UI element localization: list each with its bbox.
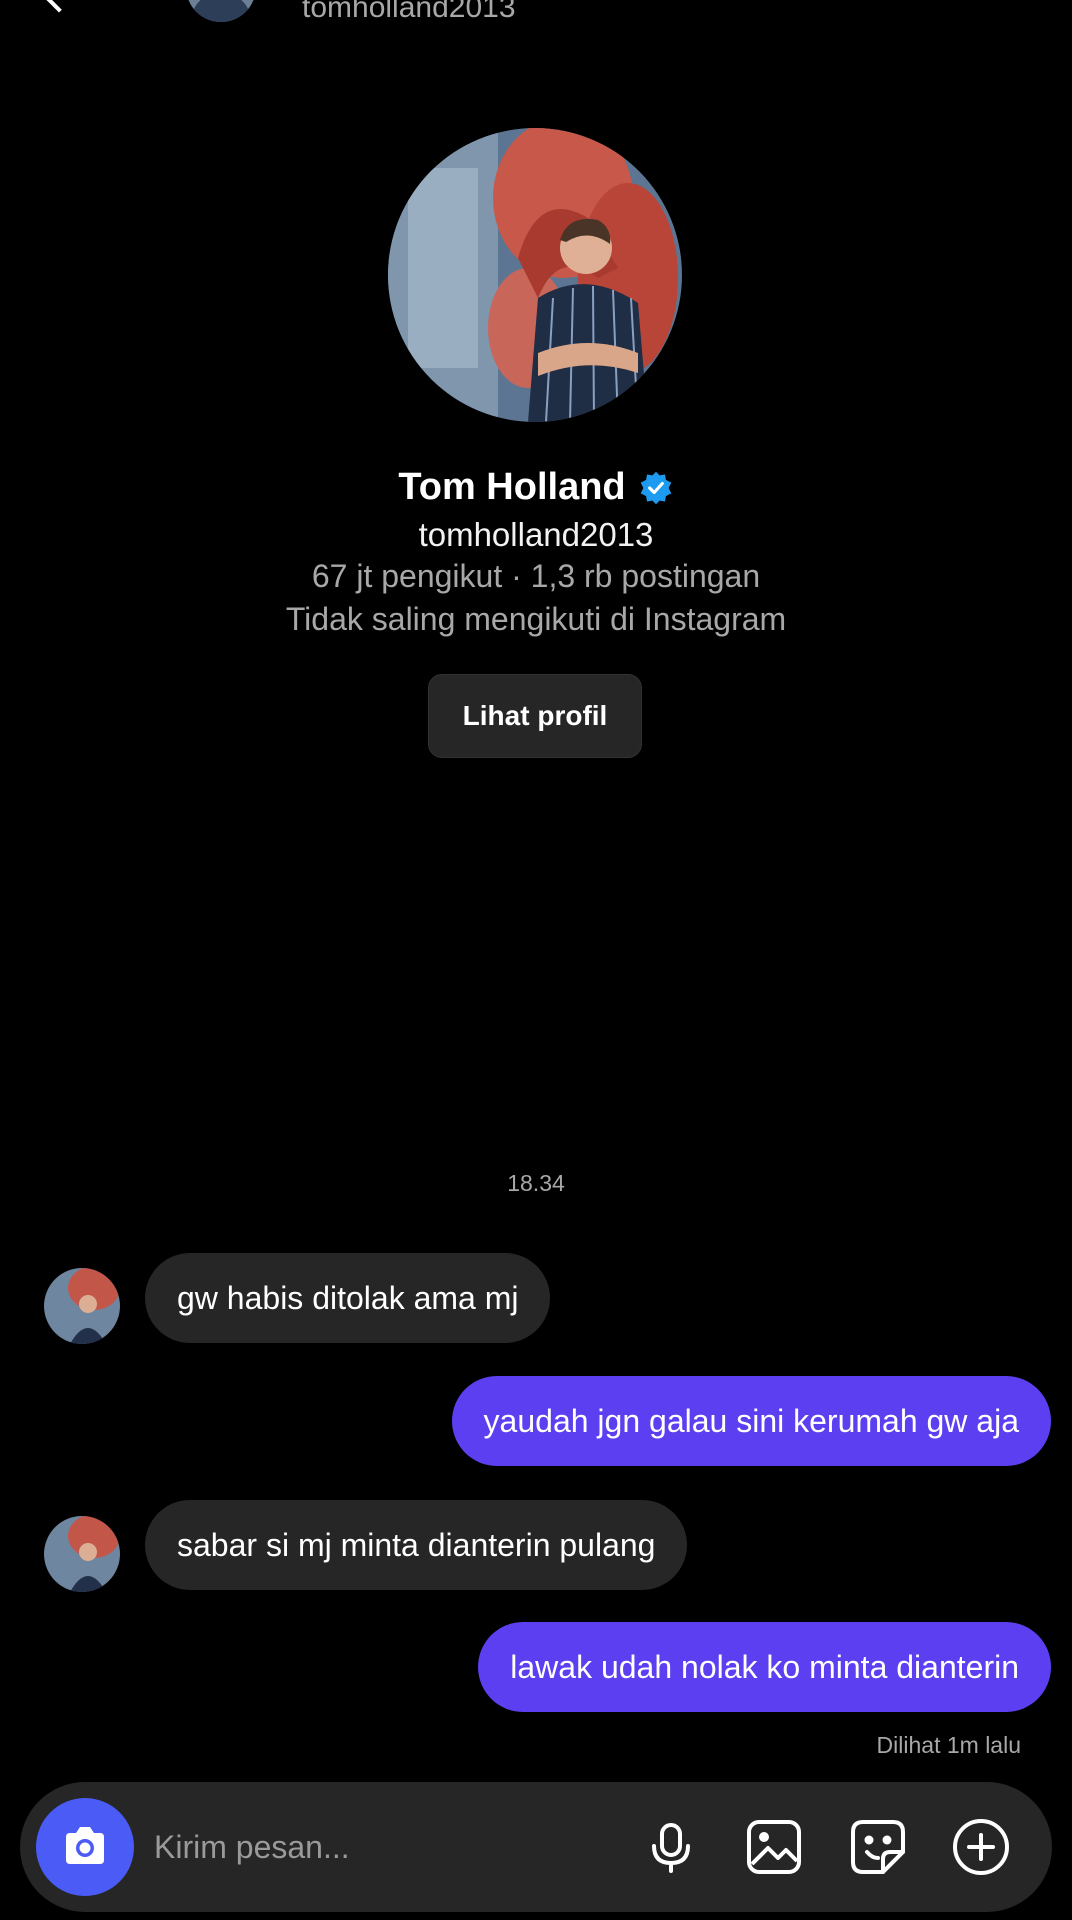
verified-badge-icon	[640, 471, 671, 504]
message-composer	[20, 1782, 1052, 1912]
back-icon[interactable]	[43, 0, 75, 13]
profile-username: tomholland2013	[418, 516, 654, 553]
message-text: lawak udah nolak ko minta dianterin	[510, 1648, 1019, 1685]
message-text: gw habis ditolak ama mj	[177, 1279, 519, 1316]
profile-photo[interactable]	[388, 128, 682, 422]
sticker-button[interactable]	[846, 1815, 910, 1879]
message-bubble-incoming[interactable]: sabar si mj minta dianterin pulang	[145, 1500, 688, 1590]
plus-icon	[953, 1819, 1009, 1875]
message-bubble-outgoing[interactable]: lawak udah nolak ko minta dianterin	[478, 1622, 1051, 1712]
microphone-icon	[652, 1823, 690, 1873]
sender-avatar[interactable]	[44, 1268, 120, 1344]
header-avatar[interactable]	[186, 0, 256, 22]
more-button[interactable]	[949, 1815, 1013, 1879]
microphone-button[interactable]	[639, 1815, 703, 1879]
message-input[interactable]	[154, 1817, 634, 1877]
seen-status: Dilihat 1m lalu	[876, 1732, 1021, 1758]
camera-icon	[66, 1827, 104, 1864]
gallery-button[interactable]	[742, 1815, 806, 1879]
chat-header: tomholland2013	[0, 0, 1072, 30]
sender-avatar[interactable]	[44, 1516, 120, 1592]
profile-stats: 67 jt pengikut · 1,3 rb postingan	[311, 558, 761, 594]
message-bubble-outgoing[interactable]: yaudah jgn galau sini kerumah gw aja	[451, 1376, 1051, 1466]
message-text: sabar si mj minta dianterin pulang	[177, 1526, 656, 1563]
profile-name-row: Tom Holland	[0, 466, 1072, 509]
header-username[interactable]: tomholland2013	[302, 0, 516, 25]
message-timestamp: 18.34	[507, 1170, 565, 1196]
gallery-icon	[747, 1820, 801, 1874]
display-name: Tom Holland	[398, 466, 626, 508]
message-text: yaudah jgn galau sini kerumah gw aja	[483, 1402, 1019, 1439]
follow-status: Tidak saling mengikuti di Instagram	[285, 601, 787, 637]
camera-button[interactable]	[36, 1798, 134, 1896]
view-profile-button[interactable]: Lihat profil	[428, 674, 642, 758]
message-bubble-incoming[interactable]: gw habis ditolak ama mj	[145, 1253, 551, 1343]
sticker-icon	[851, 1820, 905, 1874]
